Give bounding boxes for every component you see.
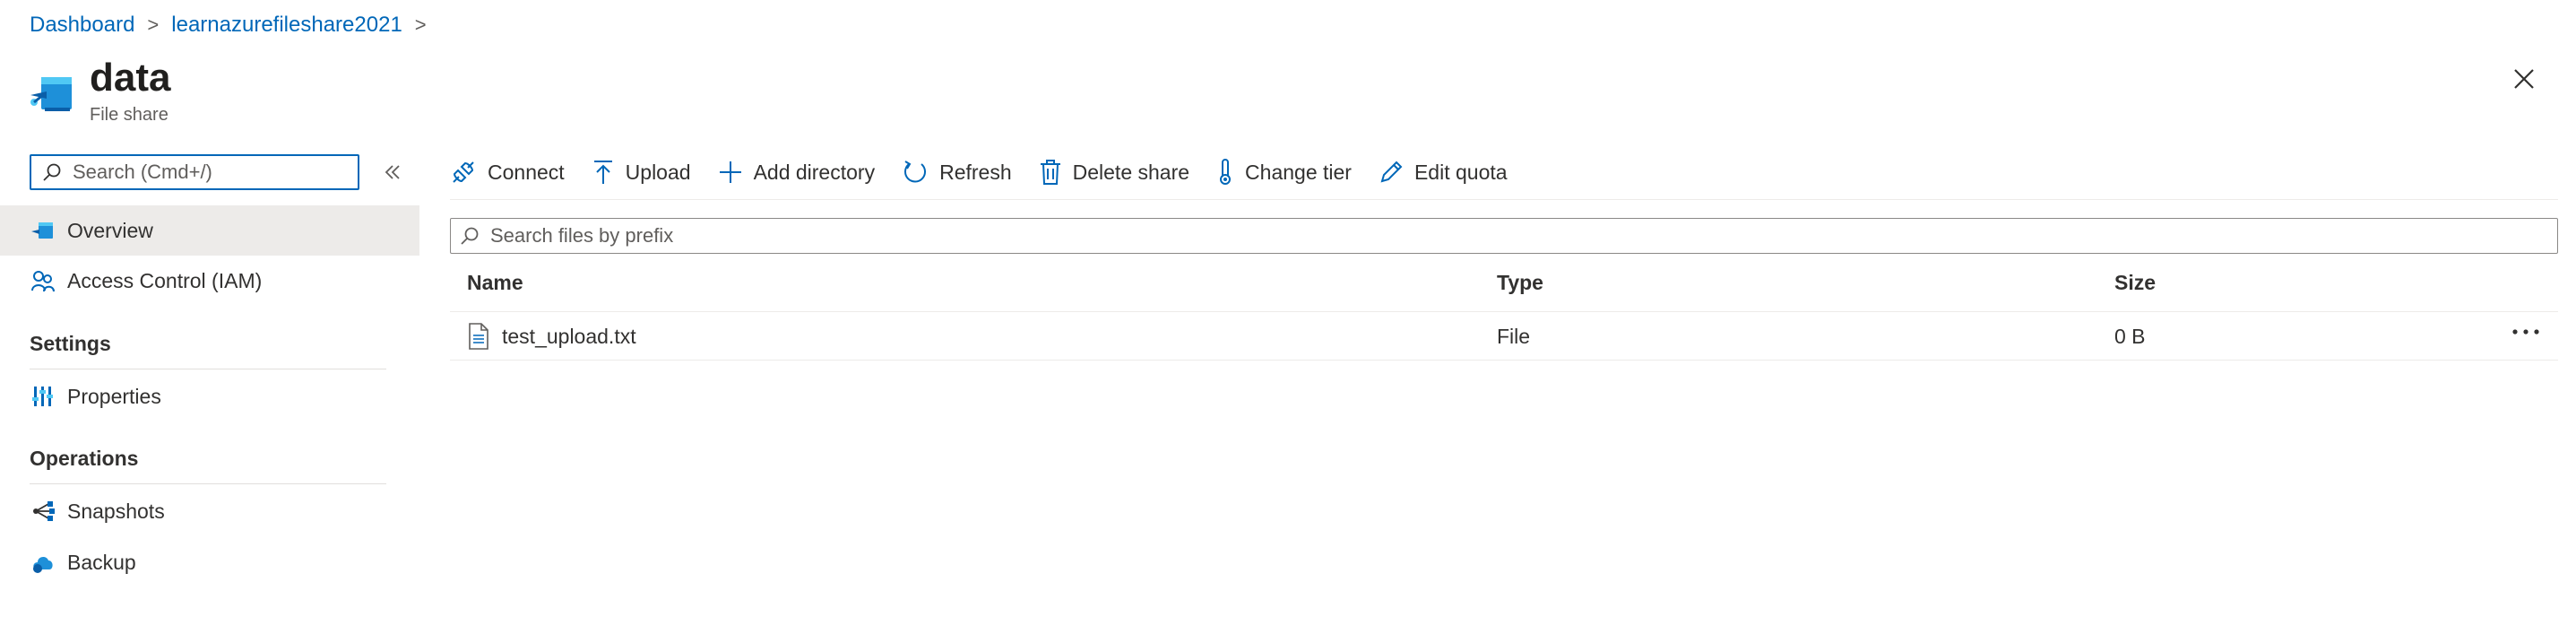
edit-quota-label: Edit quota [1413,160,1508,184]
divider [450,199,2558,200]
divider [30,483,386,484]
search-icon [461,227,479,245]
breadcrumb: Dashboard > learnazurefileshare2021 > [30,13,439,38]
delete-share-button[interactable]: Delete share [1039,159,1189,186]
file-search[interactable] [450,218,2558,254]
command-bar: Connect Upload Add directory Refresh Del… [450,152,1534,192]
connect-label: Connect [488,160,565,184]
column-header-name[interactable]: Name [467,271,523,295]
sidebar-item-properties[interactable]: Properties [0,371,419,421]
file-type: File [1497,325,1531,348]
refresh-label: Refresh [939,160,1012,184]
sidebar-search-input[interactable] [71,160,343,185]
people-icon [30,267,56,294]
sidebar-item-access-control[interactable]: Access Control (IAM) [0,256,419,306]
file-search-input[interactable] [488,223,2464,248]
add-directory-button[interactable]: Add directory [718,160,876,185]
change-tier-label: Change tier [1245,160,1352,184]
breadcrumb-dashboard[interactable]: Dashboard [30,13,134,38]
pencil-icon [1380,161,1403,183]
close-icon[interactable] [2510,65,2538,93]
add-directory-label: Add directory [753,160,876,184]
sidebar-item-label: Access Control (IAM) [67,268,263,292]
snapshots-icon [30,498,56,525]
connect-icon [453,161,474,183]
file-share-icon [29,68,75,117]
delete-share-label: Delete share [1072,160,1190,184]
plus-icon [719,161,741,183]
sidebar-item-backup[interactable]: Backup [0,537,419,587]
change-tier-button[interactable]: Change tier [1216,159,1352,186]
breadcrumb-separator: > [414,13,427,36]
page-title: data [90,56,171,100]
upload-icon [593,161,612,184]
divider [450,360,2558,361]
upload-label: Upload [625,160,691,184]
sidebar-item-label: Snapshots [67,499,165,523]
search-icon [43,163,61,181]
more-options-icon[interactable] [2508,321,2544,343]
sidebar-group-settings: Settings [30,332,111,355]
refresh-icon [904,161,927,183]
connect-button[interactable]: Connect [450,159,565,186]
breadcrumb-separator: > [147,13,160,36]
sidebar-item-label: Backup [67,550,136,574]
sidebar-item-overview[interactable]: Overview [0,205,419,256]
trash-icon [1040,160,1060,185]
properties-icon [30,383,56,410]
document-icon [468,323,489,355]
breadcrumb-storage-account[interactable]: learnazurefileshare2021 [171,13,402,38]
page-subtitle: File share [90,105,169,125]
upload-button[interactable]: Upload [592,159,691,186]
file-size: 0 B [2114,325,2146,348]
edit-quota-button[interactable]: Edit quota [1379,160,1508,185]
backup-icon [30,549,56,576]
sidebar-item-label: Overview [67,218,153,242]
overview-icon [30,217,56,244]
file-name[interactable]: test_upload.txt [502,325,636,349]
table-row[interactable]: test_upload.txt File 0 B [450,312,2558,359]
sidebar-item-snapshots[interactable]: Snapshots [0,486,419,536]
column-header-size[interactable]: Size [2114,271,2156,295]
refresh-button[interactable]: Refresh [902,159,1012,186]
sidebar-item-label: Properties [67,384,161,408]
sidebar-group-operations: Operations [30,447,139,470]
column-header-type[interactable]: Type [1497,271,1543,295]
thermometer-icon [1220,159,1232,185]
sidebar-search[interactable] [30,154,359,190]
collapse-sidebar-icon[interactable] [380,160,405,185]
